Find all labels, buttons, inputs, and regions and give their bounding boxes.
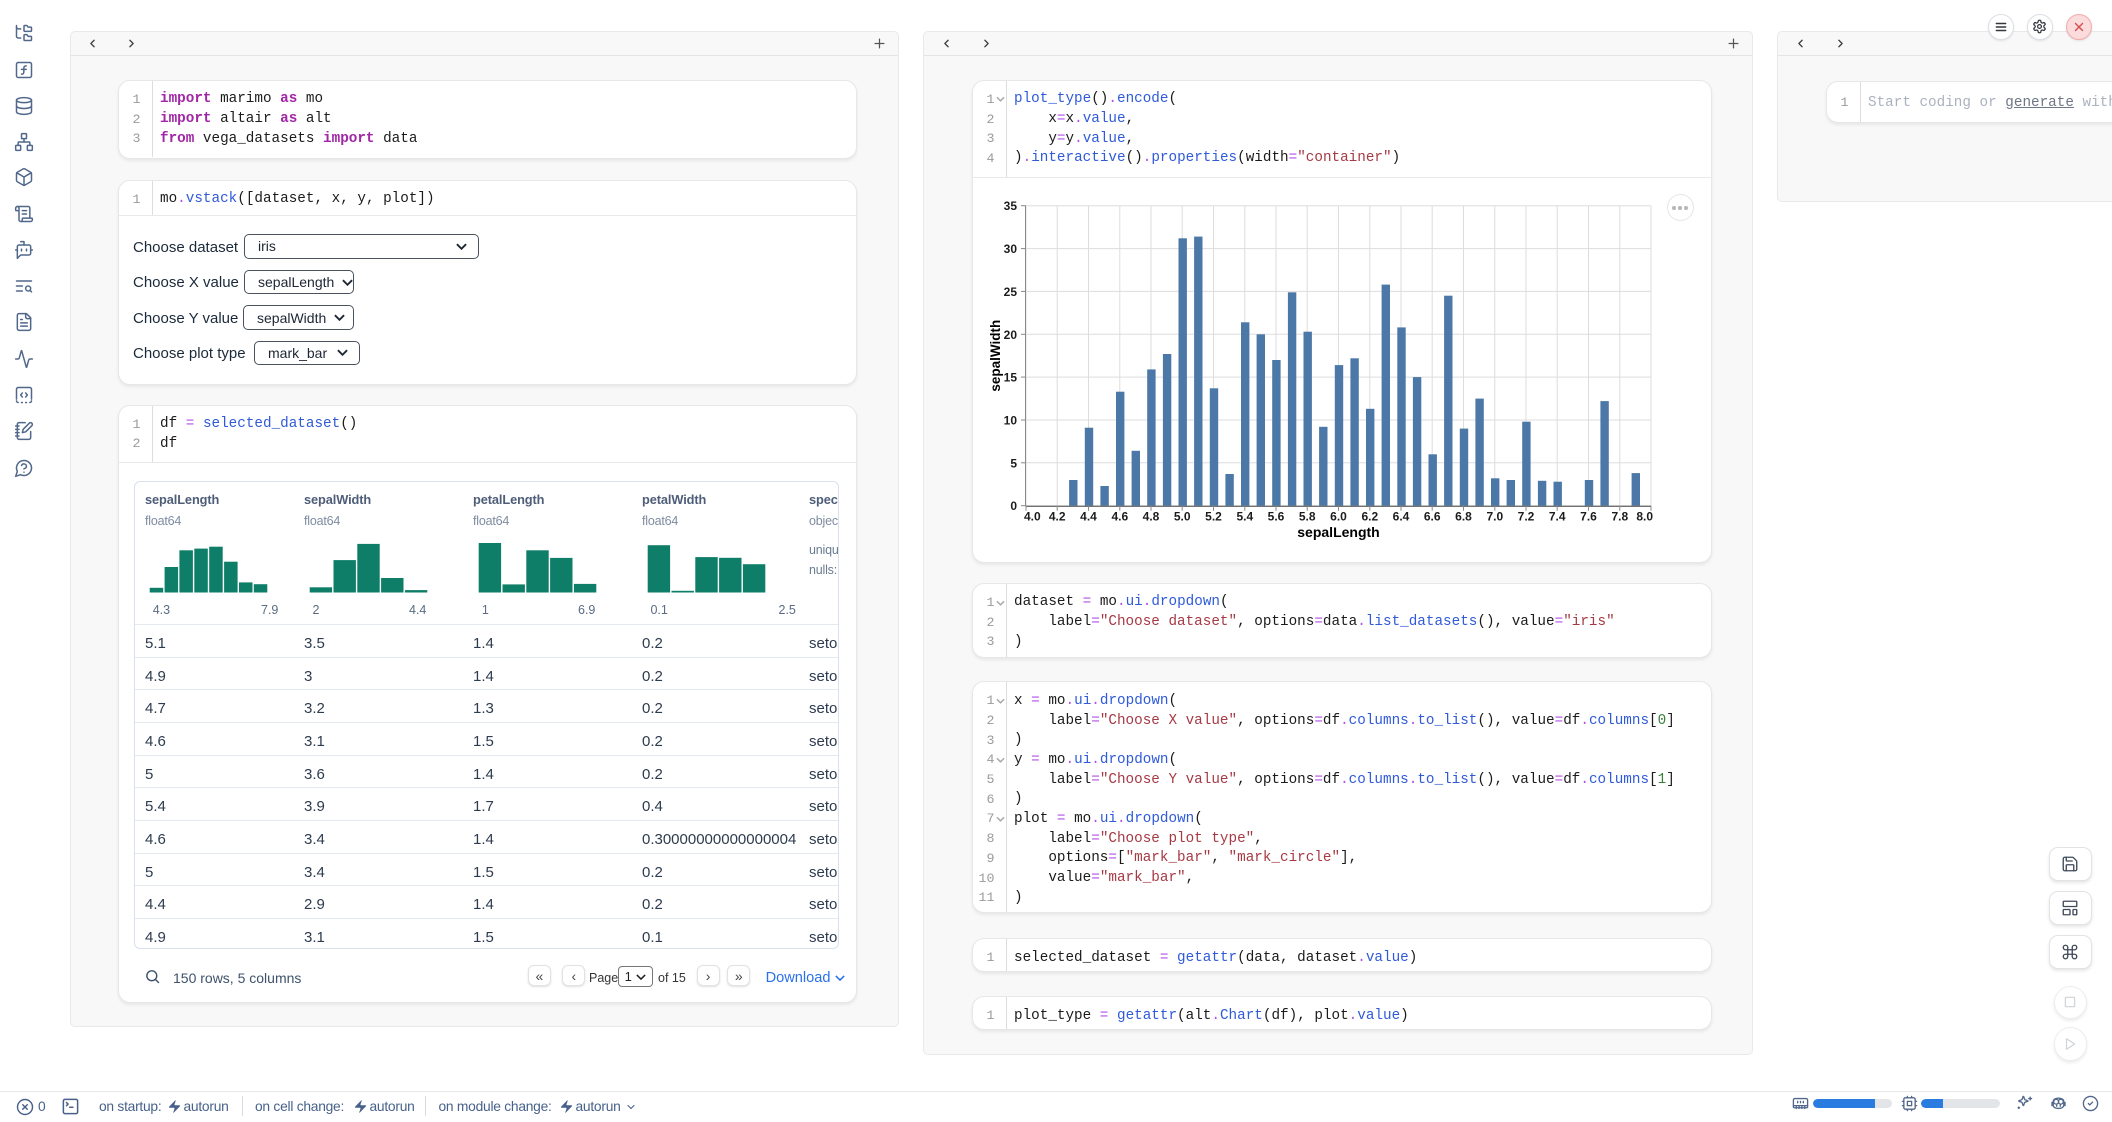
svg-text:8.0: 8.0: [1636, 509, 1653, 523]
svg-text:6.4: 6.4: [1393, 509, 1410, 523]
svg-text:15: 15: [1004, 370, 1018, 384]
svg-text:4.2: 4.2: [1049, 509, 1066, 523]
svg-text:7.4: 7.4: [1549, 509, 1566, 523]
svg-text:4.4: 4.4: [1080, 509, 1097, 523]
svg-text:35: 35: [1004, 199, 1018, 213]
svg-text:4.6: 4.6: [1111, 509, 1128, 523]
svg-text:6.6: 6.6: [1424, 509, 1441, 523]
svg-text:7.8: 7.8: [1611, 509, 1628, 523]
svg-text:25: 25: [1004, 285, 1018, 299]
svg-text:4.8: 4.8: [1143, 509, 1160, 523]
svg-text:20: 20: [1004, 328, 1018, 342]
svg-text:5.2: 5.2: [1205, 509, 1222, 523]
svg-text:5.8: 5.8: [1299, 509, 1316, 523]
svg-text:30: 30: [1004, 242, 1018, 256]
svg-text:sepalWidth: sepalWidth: [988, 320, 1003, 392]
svg-text:0: 0: [1010, 499, 1017, 513]
svg-text:10: 10: [1004, 413, 1018, 427]
svg-text:6.0: 6.0: [1330, 509, 1347, 523]
svg-text:5.6: 5.6: [1268, 509, 1285, 523]
svg-text:5: 5: [1010, 456, 1017, 470]
svg-text:6.2: 6.2: [1361, 509, 1378, 523]
svg-text:sepalLength: sepalLength: [1297, 524, 1379, 540]
svg-text:4.0: 4.0: [1024, 509, 1041, 523]
svg-text:7.2: 7.2: [1518, 509, 1535, 523]
svg-text:5.4: 5.4: [1236, 509, 1253, 523]
svg-text:5.0: 5.0: [1174, 509, 1191, 523]
svg-text:6.8: 6.8: [1455, 509, 1472, 523]
svg-text:7.0: 7.0: [1486, 509, 1503, 523]
svg-text:7.6: 7.6: [1580, 509, 1597, 523]
